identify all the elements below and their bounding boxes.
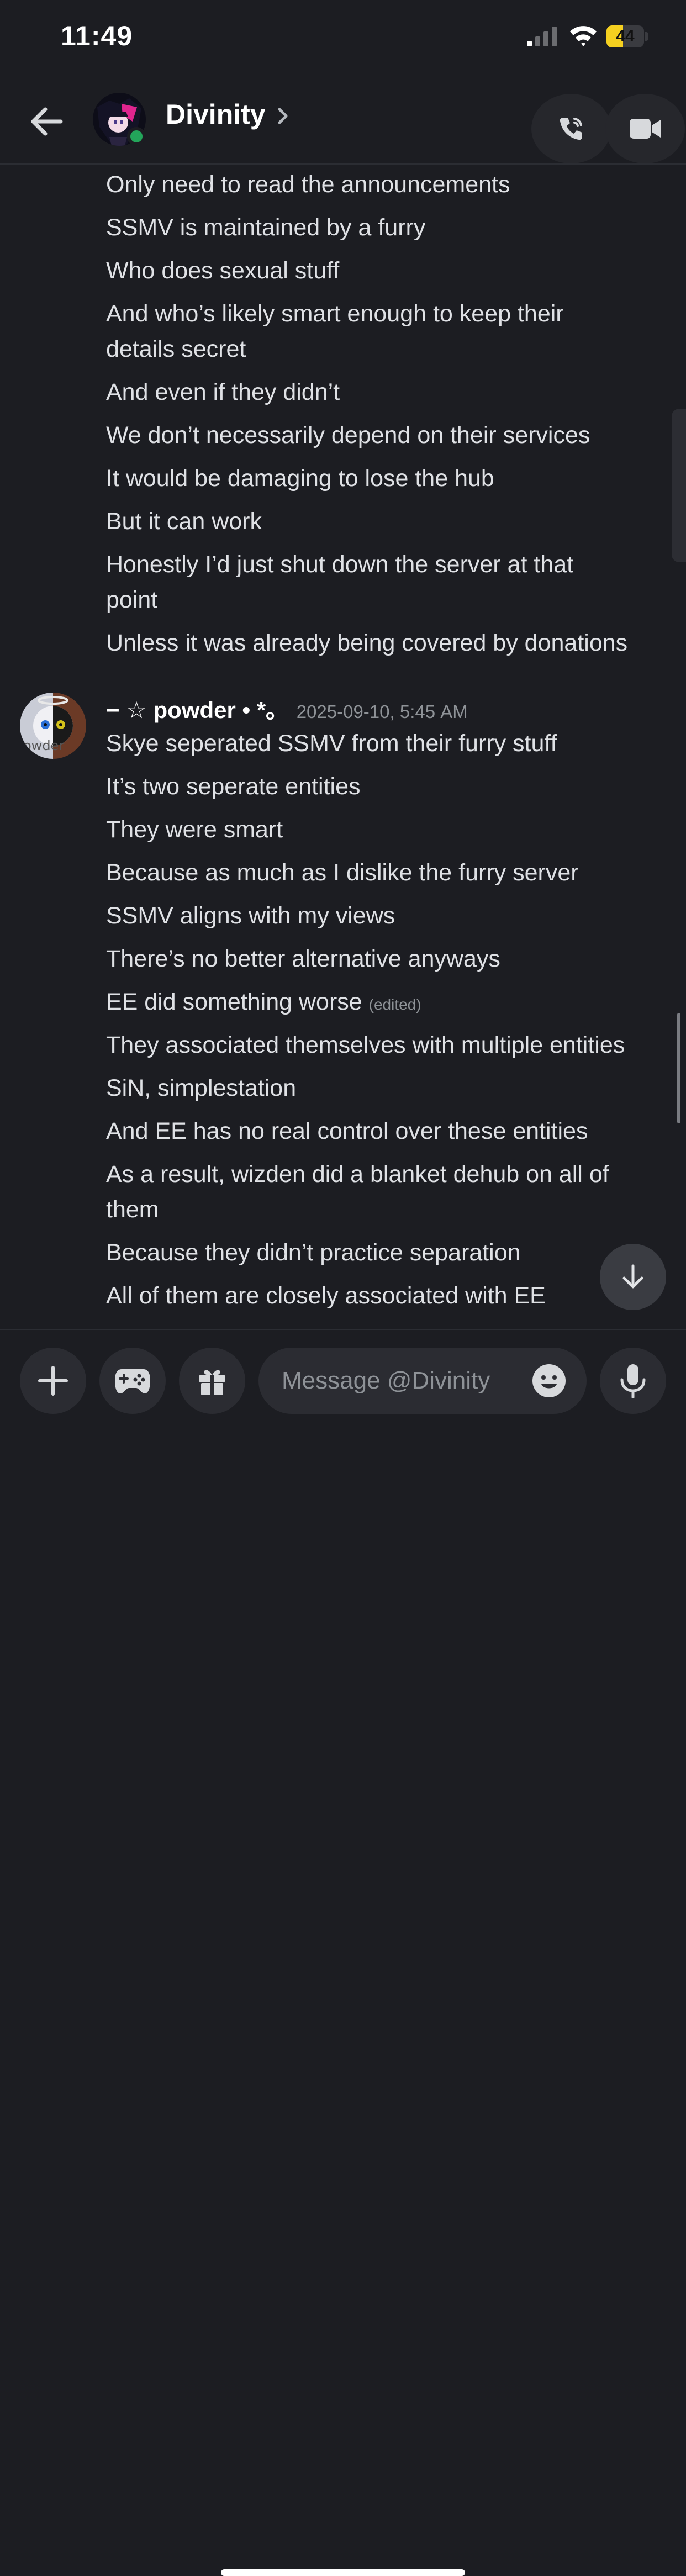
message-line: It would be damaging to lose the hub — [106, 465, 494, 492]
side-drawer-handle[interactable] — [672, 409, 686, 562]
plus-icon — [38, 1366, 68, 1396]
cellular-signal-icon — [527, 27, 557, 46]
message-line: Only need to read the announcements — [106, 171, 510, 198]
message-line: SiN, simplestation — [106, 1075, 297, 1101]
message-header: − ☆ powder • *｡ 2025-09-10, 5:45 AM — [106, 693, 468, 728]
svg-text:owder: owder — [23, 738, 64, 753]
message-text: EE did something worse — [106, 989, 362, 1015]
chevron-right-icon[interactable] — [275, 105, 291, 127]
video-camera-icon — [630, 119, 661, 139]
message-line: They associated themselves with multiple… — [106, 1032, 625, 1058]
jump-to-latest-button[interactable] — [600, 1244, 666, 1310]
author-name[interactable]: − ☆ powder • *｡ — [106, 697, 277, 723]
message-line: EE did something worse (edited) — [106, 984, 421, 1022]
message-line: As a result, wizden did a blanket dehub … — [106, 1161, 609, 1187]
battery-icon: 44 — [606, 25, 650, 47]
gift-icon — [199, 1370, 225, 1395]
message-line: details secret — [106, 336, 246, 362]
message-line: Skye seperated SSMV from their furry stu… — [106, 730, 557, 757]
message-line: It’s two seperate entities — [106, 773, 361, 800]
add-attachment-button[interactable] — [20, 1348, 86, 1414]
message-line: All of them are closely associated with … — [106, 1282, 546, 1309]
voice-call-button[interactable] — [531, 94, 611, 163]
message-timestamp: 2025-09-10, 5:45 AM — [296, 701, 468, 722]
phone-icon — [560, 118, 582, 140]
message-line: And EE has no real control over these en… — [106, 1118, 588, 1144]
message-line: Unless it was already being covered by d… — [106, 630, 628, 656]
message-line: Honestly I’d just shut down the server a… — [106, 551, 574, 578]
channel-title[interactable]: Divinity — [166, 98, 266, 130]
status-bar: 11:49 44 — [0, 0, 686, 77]
message-line: Because as much as I dislike the furry s… — [106, 859, 579, 886]
message-line: Who does sexual stuff — [106, 257, 340, 284]
message-line: And even if they didn’t — [106, 379, 340, 405]
arrow-down-icon — [622, 1264, 643, 1289]
activities-button[interactable] — [99, 1348, 166, 1414]
message-line: point — [106, 587, 158, 613]
message-input-placeholder: Message @Divinity — [282, 1367, 490, 1394]
message-line: We don’t necessarily depend on their ser… — [106, 422, 590, 448]
message-line: There’s no better alternative anyways — [106, 946, 500, 972]
back-button[interactable] — [22, 99, 72, 144]
message-line: They were smart — [106, 816, 283, 843]
edited-label: (edited) — [368, 996, 421, 1013]
voice-message-button[interactable] — [600, 1348, 666, 1414]
status-time: 11:49 — [61, 20, 133, 51]
message-input[interactable]: Message @Divinity — [258, 1348, 587, 1414]
message-line: Because they didn’t practice separation — [106, 1239, 521, 1266]
gift-button[interactable] — [179, 1348, 245, 1414]
battery-level: 44 — [616, 27, 635, 45]
arrow-left-icon — [31, 107, 63, 136]
scrollbar[interactable] — [677, 1013, 680, 1123]
message-line: them — [106, 1196, 159, 1223]
gamepad-icon — [115, 1369, 150, 1393]
message-line: And who’s likely smart enough to keep th… — [106, 300, 564, 327]
video-call-button[interactable] — [605, 94, 685, 163]
message-list[interactable]: Only need to read the announcements SSMV… — [0, 165, 686, 1330]
avatar-image: owder — [20, 693, 86, 759]
message-composer: Message @Divinity — [0, 1329, 686, 2576]
wifi-icon — [570, 26, 597, 46]
message-line: SSMV is maintained by a furry — [106, 214, 426, 241]
online-status-dot — [127, 127, 146, 146]
home-indicator[interactable] — [221, 2569, 465, 2576]
emoji-icon[interactable] — [531, 1363, 567, 1398]
channel-header: Divinity — [0, 77, 686, 165]
author-avatar[interactable]: owder — [20, 693, 86, 759]
channel-avatar[interactable] — [93, 93, 146, 146]
microphone-icon — [620, 1364, 646, 1398]
message-line: SSMV aligns with my views — [106, 902, 395, 929]
message-line: But it can work — [106, 508, 262, 535]
